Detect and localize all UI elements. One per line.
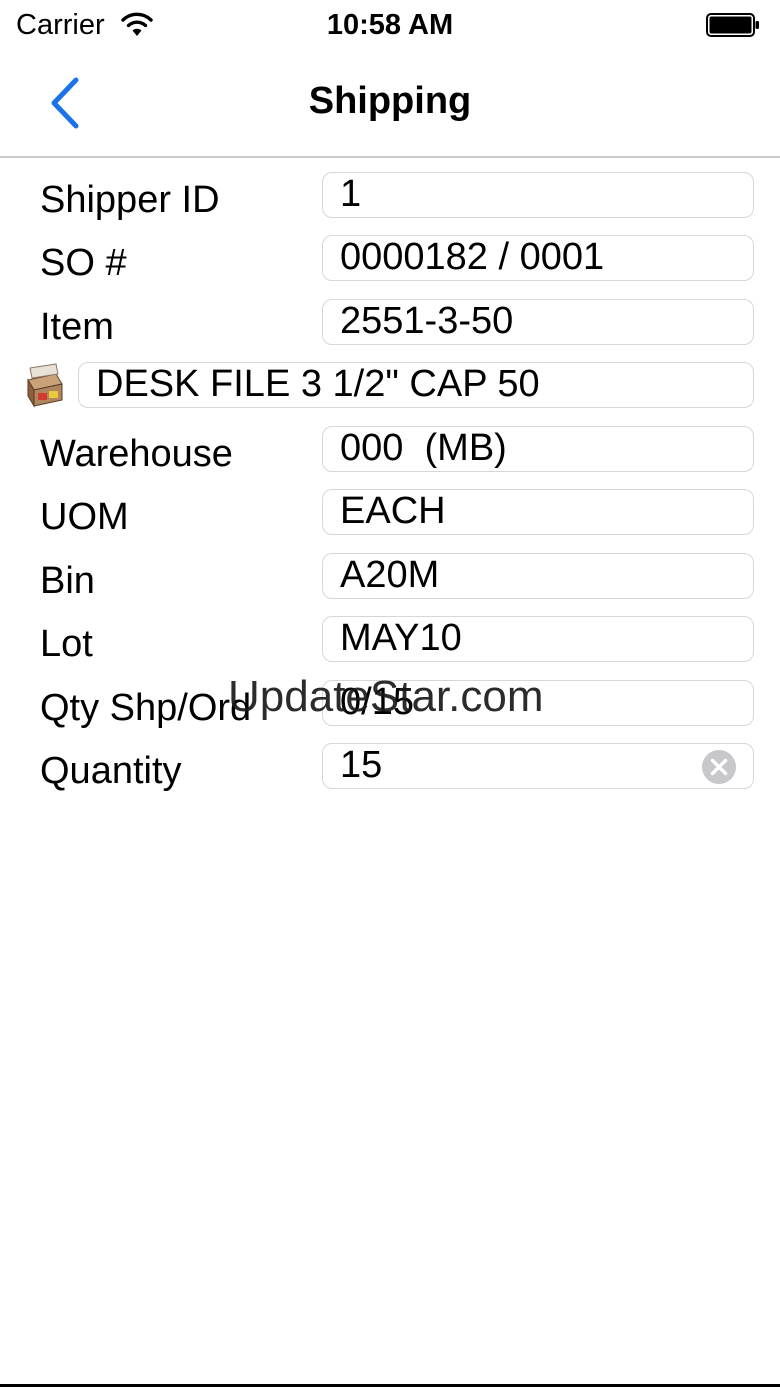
qty-shp-ord-row: Qty Shp/Ord 0/15 [0,680,780,742]
so-number-label: SO # [40,242,127,284]
description-row: DESK FILE 3 1/2" CAP 50 [0,362,780,424]
battery-icon [706,13,759,37]
page-title: Shipping [308,80,472,122]
shipper-id-row: Shipper ID 1 [0,172,780,234]
lot-field[interactable]: MAY10 [322,616,754,662]
quantity-label: Quantity [40,750,182,792]
clear-icon[interactable] [701,749,737,785]
bin-field[interactable]: A20M [322,553,754,599]
bin-row: Bin A20M [0,553,780,615]
qty-shp-ord-field[interactable]: 0/15 [322,680,754,726]
quantity-field[interactable]: 15 [322,743,754,789]
shipper-id-field[interactable]: 1 [322,172,754,218]
warehouse-label: Warehouse [40,433,233,475]
item-row: Item 2551-3-50 [0,299,780,361]
file-box-icon [27,363,63,408]
shipper-id-label: Shipper ID [40,179,220,221]
uom-label: UOM [40,496,129,538]
status-bar: Carrier 10:58 AM [0,0,780,52]
uom-field[interactable]: EACH [322,489,754,535]
qty-shp-ord-label: Qty Shp/Ord [40,687,252,729]
clock: 10:58 AM [326,9,454,41]
warehouse-row: Warehouse 000 (MB) [0,426,780,488]
quantity-value[interactable]: 15 [340,744,382,786]
so-number-row: SO # 0000182 / 0001 [0,235,780,297]
lot-row: Lot MAY10 [0,616,780,678]
quantity-row: Quantity 15 [0,743,780,805]
navigation-bar: Shipping [0,52,780,158]
so-number-field[interactable]: 0000182 / 0001 [322,235,754,281]
item-label: Item [40,306,114,348]
lot-label: Lot [40,623,93,665]
warehouse-field[interactable]: 000 (MB) [322,426,754,472]
description-field[interactable]: DESK FILE 3 1/2" CAP 50 [78,362,754,408]
bin-label: Bin [40,560,95,602]
item-field[interactable]: 2551-3-50 [322,299,754,345]
uom-row: UOM EACH [0,489,780,551]
